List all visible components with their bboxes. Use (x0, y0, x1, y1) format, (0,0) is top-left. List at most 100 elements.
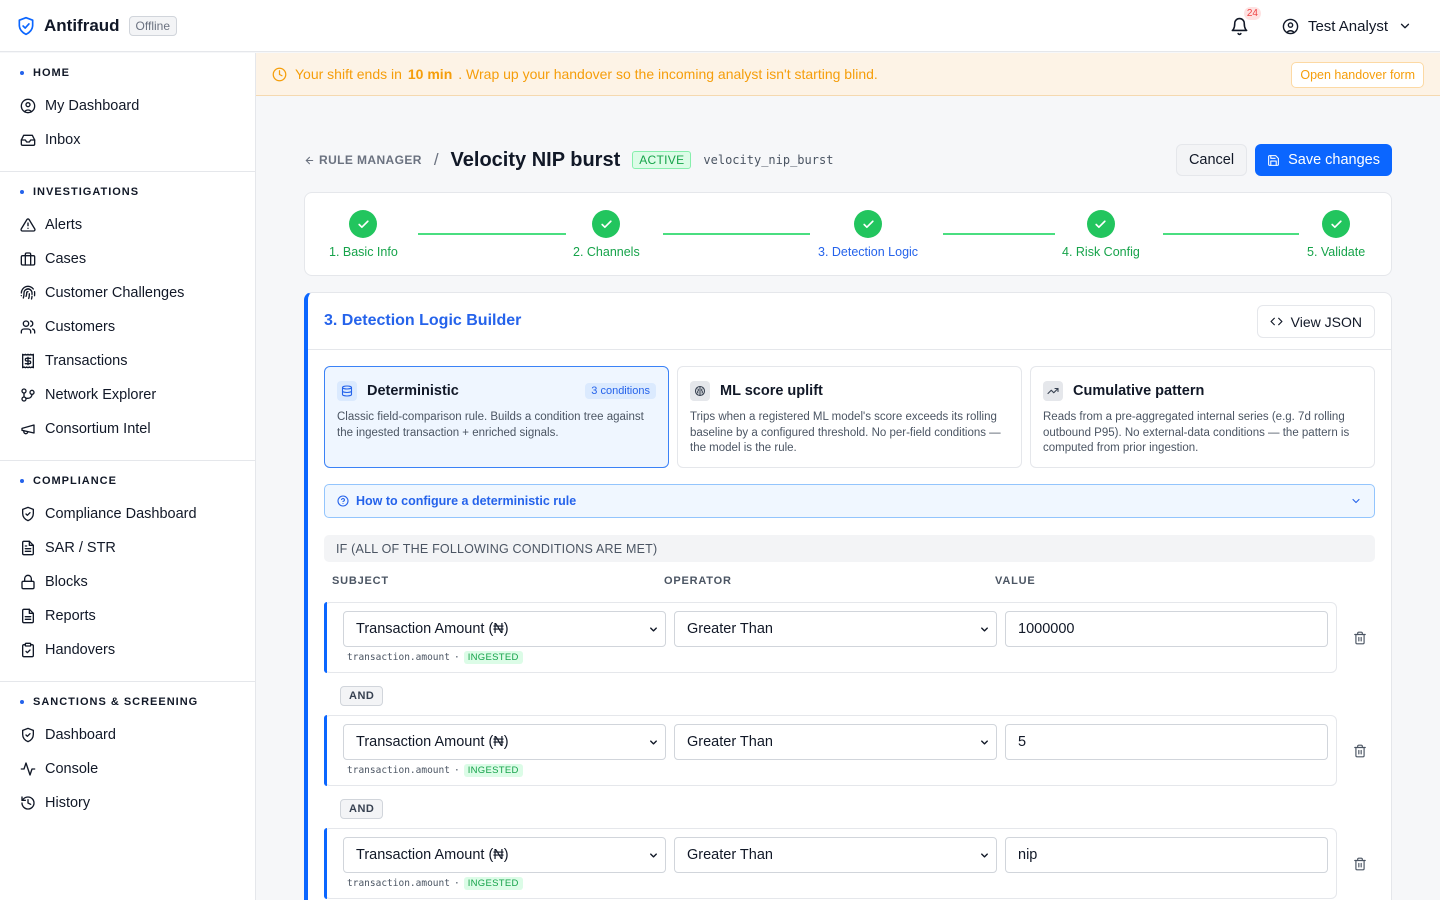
section-title-home: HOME (20, 66, 247, 80)
nav-section-home: HOME My Dashboard Inbox (0, 53, 255, 171)
sidebar-item-label: Transactions (45, 353, 128, 369)
rule-type-deterministic[interactable]: Deterministic 3 conditions Classic field… (324, 366, 669, 468)
sidebar-item-reports[interactable]: Reports (8, 599, 247, 633)
bell-icon (1232, 17, 1248, 35)
brand[interactable]: Antifraud Offline (16, 15, 178, 36)
view-json-button[interactable]: View JSON (1256, 305, 1375, 338)
briefcase-icon (20, 252, 36, 266)
field-path: transaction.amount · INGESTED (347, 651, 523, 664)
source-badge: INGESTED (463, 877, 523, 890)
subject-select[interactable]: Transaction Amount (₦) (343, 611, 666, 647)
step-connector (1163, 233, 1299, 235)
sidebar-item-history[interactable]: History (8, 786, 247, 820)
sidebar-item-compliance-dashboard[interactable]: Compliance Dashboard (8, 497, 247, 531)
clipboard-check-icon (22, 642, 34, 658)
and-connector[interactable]: AND (340, 686, 384, 706)
step-label: 1. Basic Info (329, 245, 398, 259)
sidebar-item-sanctions-dashboard[interactable]: Dashboard (8, 718, 247, 752)
nav-section-investigations: INVESTIGATIONS Alerts Cases Customer Cha… (0, 171, 255, 460)
save-icon (1268, 154, 1280, 166)
shield-check-icon (22, 727, 34, 743)
and-connector[interactable]: AND (340, 799, 384, 819)
accordion-label: How to configure a deterministic rule (356, 494, 577, 508)
step-connector (418, 233, 566, 235)
breadcrumb-rule-manager[interactable]: RULE MANAGER (304, 153, 422, 167)
sidebar-item-my-dashboard[interactable]: My Dashboard (8, 89, 247, 123)
rule-type-description: Reads from a pre-aggregated internal ser… (1043, 411, 1350, 454)
open-handover-form-button[interactable]: Open handover form (1291, 62, 1424, 88)
file-text-icon (22, 540, 34, 556)
receipt-icon (22, 353, 34, 369)
value-input[interactable]: nip (1005, 837, 1328, 873)
chevron-down-icon (981, 740, 988, 745)
sidebar-item-customer-challenges[interactable]: Customer Challenges (8, 276, 247, 310)
field-path: transaction.amount · INGESTED (347, 877, 523, 890)
rule-type-name: ML score uplift (720, 383, 823, 399)
rule-type-cumulative-pattern[interactable]: Cumulative pattern Reads from a pre-aggr… (1030, 366, 1375, 468)
activity-icon (20, 762, 36, 776)
sidebar-item-label: Console (45, 761, 99, 777)
operator-select[interactable]: Greater Than (674, 837, 997, 873)
operator-select[interactable]: Greater Than (674, 611, 997, 647)
rule-type-ml-score-uplift[interactable]: ML score uplift Trips when a registered … (677, 366, 1022, 468)
subject-select[interactable]: Transaction Amount (₦) (343, 724, 666, 760)
sidebar-item-inbox[interactable]: Inbox (8, 123, 247, 157)
history-icon (21, 796, 35, 810)
save-changes-button[interactable]: Save changes (1255, 144, 1392, 176)
how-to-configure-accordion[interactable]: How to configure a deterministic rule (324, 484, 1375, 518)
step-label: 2. Channels (573, 245, 640, 259)
sidebar-item-cases[interactable]: Cases (8, 242, 247, 276)
cancel-button[interactable]: Cancel (1175, 144, 1248, 176)
step-channels[interactable]: 2. Channels (573, 210, 640, 259)
trash-icon[interactable] (1353, 631, 1367, 645)
step-label: 3. Detection Logic (818, 245, 919, 259)
sidebar-item-alerts[interactable]: Alerts (8, 208, 247, 242)
sidebar-item-label: Compliance Dashboard (45, 506, 197, 522)
sidebar-item-network-explorer[interactable]: Network Explorer (8, 378, 247, 412)
sidebar-item-consortium-intel[interactable]: Consortium Intel (8, 412, 247, 446)
sidebar-item-handovers[interactable]: Handovers (8, 633, 247, 667)
sidebar-item-label: Network Explorer (45, 387, 157, 403)
sidebar-item-sar-str[interactable]: SAR / STR (8, 531, 247, 565)
chevron-down-icon (1352, 498, 1360, 504)
user-menu[interactable]: Test Analyst (1282, 18, 1412, 35)
subject-select[interactable]: Transaction Amount (₦) (343, 837, 666, 873)
step-connector (943, 233, 1055, 235)
step-detection-logic[interactable]: 3. Detection Logic (818, 210, 918, 259)
rule-type-name: Deterministic (367, 383, 459, 399)
help-circle-icon (337, 495, 349, 507)
step-validate[interactable]: 5. Validate (1307, 210, 1365, 259)
page-header: RULE MANAGER / Velocity NIP burst ACTIVE… (304, 144, 1392, 176)
sidebar-item-label: SAR / STR (45, 540, 116, 556)
condition-column-headers: SUBJECT OPERATOR VALUE (332, 575, 1372, 589)
value-input[interactable]: 5 (1005, 724, 1328, 760)
section-title: 3. Detection Logic Builder (324, 312, 522, 329)
sidebar-item-transactions[interactable]: Transactions (8, 344, 247, 378)
shift-ending-banner: Your shift ends in 10 min. Wrap up your h… (256, 53, 1440, 96)
section-title-investigations: INVESTIGATIONS (20, 185, 247, 199)
file-icon (22, 608, 34, 624)
step-basic-info[interactable]: 1. Basic Info (329, 210, 398, 259)
rule-slug: velocity_nip_burst (703, 153, 834, 167)
operator-select[interactable]: Greater Than (674, 724, 997, 760)
connection-status-badge: Offline (128, 15, 178, 36)
megaphone-icon (21, 424, 35, 435)
sidebar-item-customers[interactable]: Customers (8, 310, 247, 344)
column-header-value: VALUE (995, 575, 1036, 587)
step-label: 5. Validate (1307, 245, 1366, 259)
step-risk-config[interactable]: 4. Risk Config (1062, 210, 1140, 259)
shift-time-remaining: 10 min (407, 66, 453, 82)
sidebar-item-blocks[interactable]: Blocks (8, 565, 247, 599)
sidebar-item-label: Cases (45, 251, 87, 267)
check-icon (1330, 219, 1342, 228)
condition-count-badge: 3 conditions (585, 383, 656, 399)
notifications-button[interactable]: 24 (1228, 7, 1261, 38)
trash-icon[interactable] (1353, 744, 1367, 758)
notification-count-badge: 24 (1243, 7, 1261, 20)
app-name: Antifraud (44, 15, 120, 35)
trash-icon[interactable] (1353, 857, 1367, 871)
value-input[interactable]: 1000000 (1005, 611, 1328, 647)
code-icon (1270, 317, 1283, 326)
sidebar-item-console[interactable]: Console (8, 752, 247, 786)
condition-group-header: IF (ALL OF THE FOLLOWING CONDITIONS ARE … (324, 535, 1375, 562)
